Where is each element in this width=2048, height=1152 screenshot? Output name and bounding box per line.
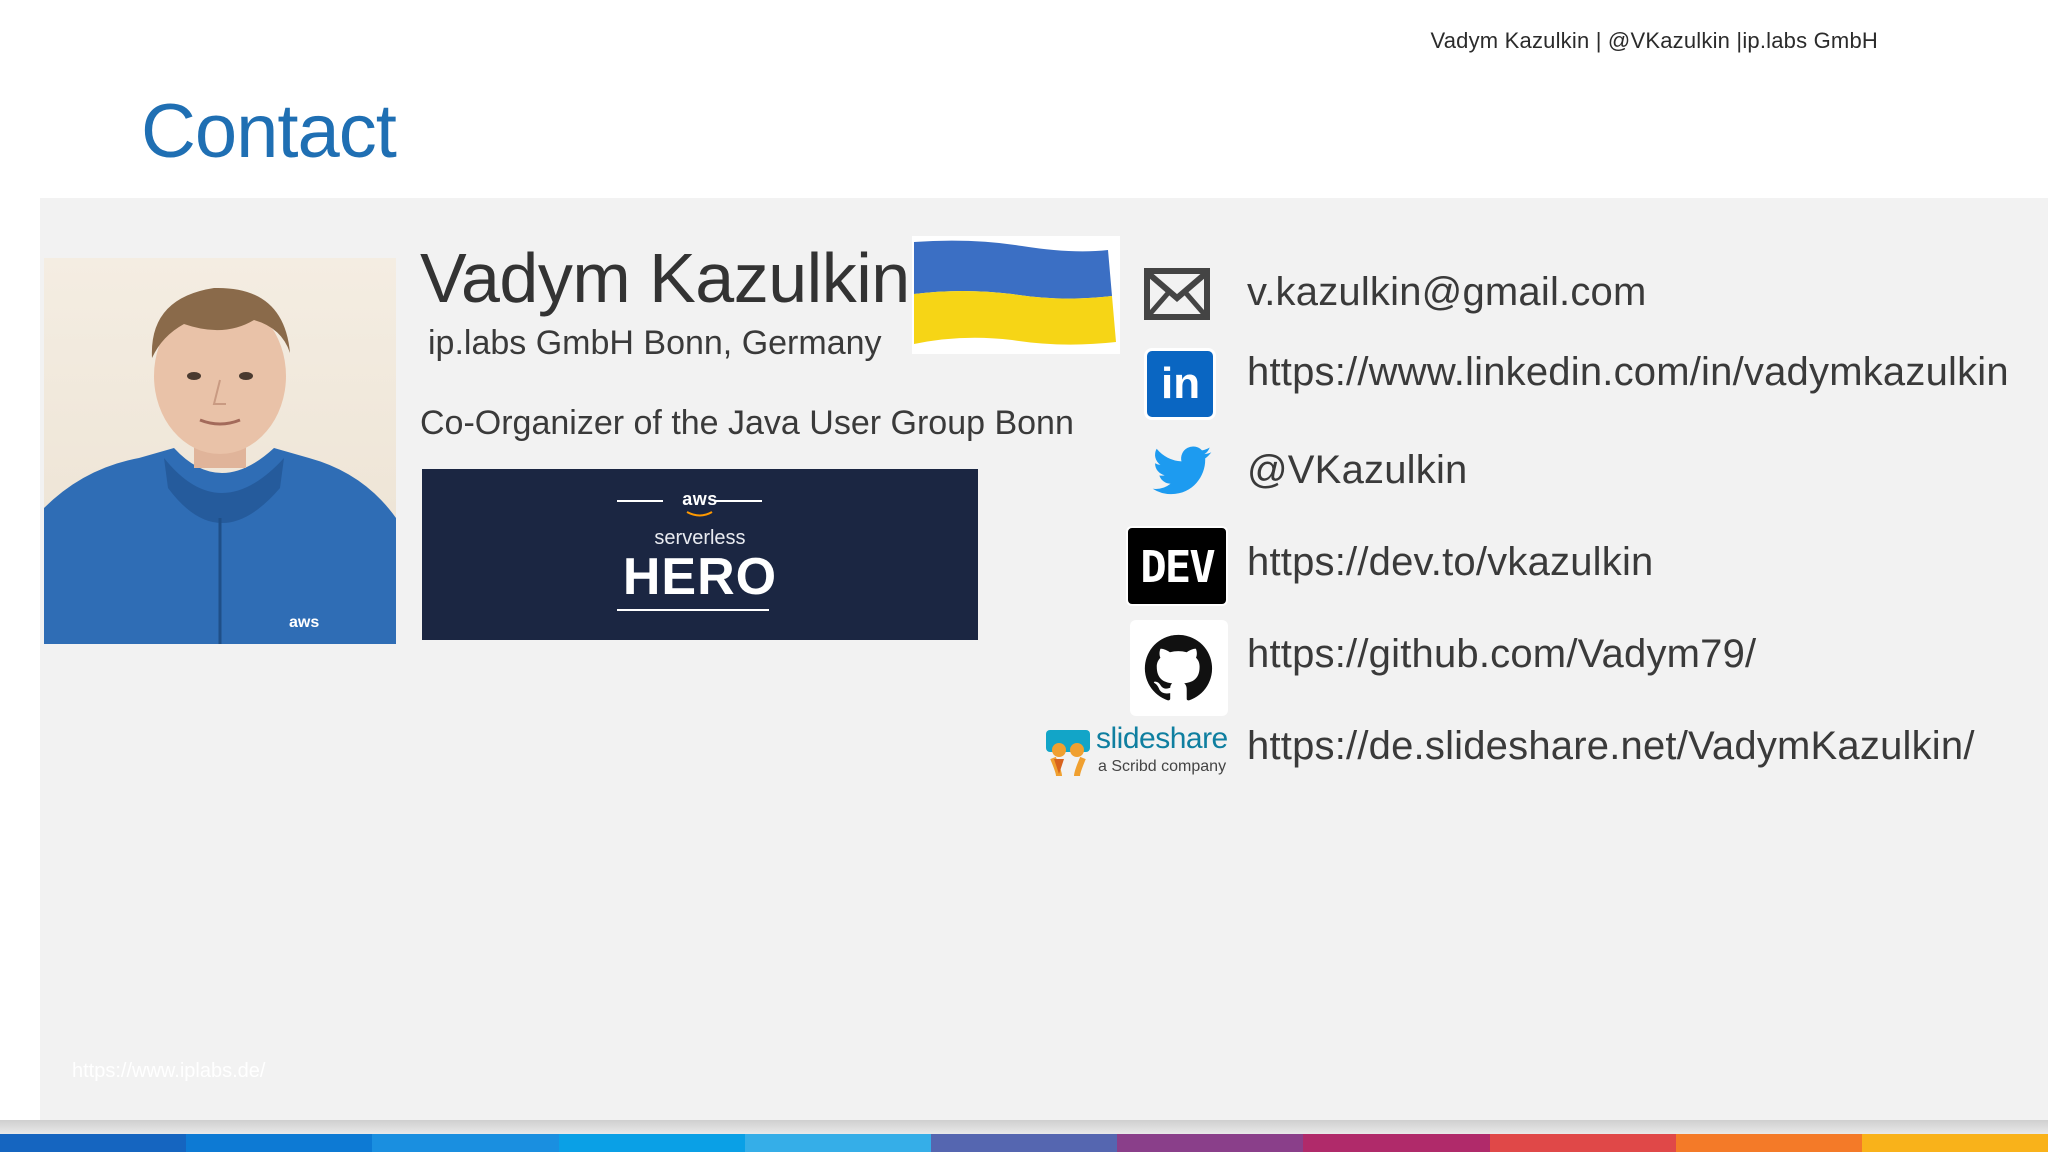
contact-dev[interactable]: DEV https://dev.to/vkazulkin (0, 524, 2048, 606)
contact-linkedin[interactable]: in https://www.linkedin.com/in/vadymkazu… (0, 346, 2048, 426)
contact-email[interactable]: v.kazulkin@gmail.com (0, 252, 2048, 332)
linkedin-icon: in (1144, 348, 1216, 420)
footer-color-strip (0, 1134, 2048, 1152)
contact-github-text[interactable]: https://github.com/Vadym79/ (1247, 632, 1756, 677)
hero-underline (617, 609, 769, 611)
slideshare-logo-sub: a Scribd company (1098, 758, 1227, 775)
strip-segment (372, 1134, 559, 1152)
contact-email-text[interactable]: v.kazulkin@gmail.com (1247, 270, 1647, 315)
header-meta: Vadym Kazulkin | @VKazulkin |ip.labs Gmb… (1430, 28, 1878, 53)
strip-segment (1489, 1134, 1676, 1152)
github-icon (1130, 620, 1228, 716)
contact-slideshare-text[interactable]: https://de.slideshare.net/VadymKazulkin/ (1247, 724, 1975, 769)
strip-segment (744, 1134, 931, 1152)
contact-twitter[interactable]: @VKazulkin (0, 436, 2048, 516)
strip-segment (930, 1134, 1118, 1152)
strip-segment (1117, 1134, 1304, 1152)
footer-shadow (0, 1120, 2048, 1134)
slideshare-icon: slideshare a Scribd company (1044, 722, 1234, 784)
twitter-icon (1152, 446, 1212, 495)
contact-dev-text[interactable]: https://dev.to/vkazulkin (1247, 540, 1653, 585)
dev-logo-text: DEV (1140, 542, 1215, 593)
strip-segment (558, 1134, 745, 1152)
strip-segment (1303, 1134, 1490, 1152)
contact-github[interactable]: https://github.com/Vadym79/ (0, 618, 2048, 716)
strip-segment (1861, 1134, 2048, 1152)
strip-segment (0, 1134, 187, 1152)
contact-linkedin-text[interactable]: https://www.linkedin.com/in/vadymkazulki… (1247, 350, 2009, 395)
mail-icon (1144, 268, 1210, 320)
contact-slideshare[interactable]: slideshare a Scribd company https://de.s… (0, 712, 2048, 792)
contact-twitter-text[interactable]: @VKazulkin (1247, 448, 1467, 493)
slide-title: Contact (141, 89, 397, 174)
strip-segment (1675, 1134, 1862, 1152)
slideshare-logo-text: slideshare (1096, 722, 1228, 755)
dev-icon: DEV (1126, 526, 1228, 606)
strip-segment (186, 1134, 373, 1152)
footer-url[interactable]: https://www.iplabs.de/ (72, 1060, 265, 1083)
